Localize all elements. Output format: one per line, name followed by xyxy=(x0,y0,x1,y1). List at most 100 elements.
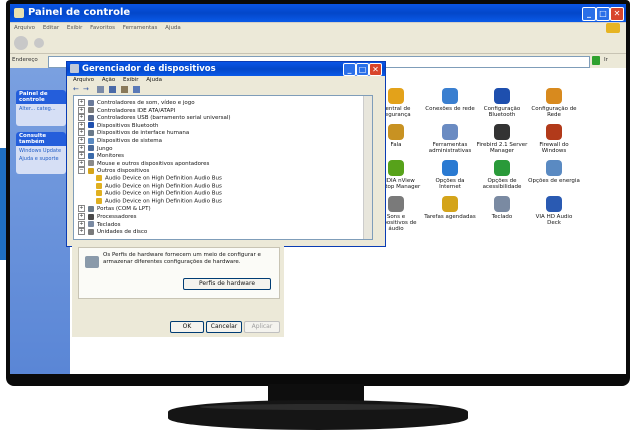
expand-toggle-icon[interactable]: + xyxy=(78,106,85,114)
device-tree-label: Audio Device on High Definition Audio Bu… xyxy=(105,183,222,190)
device-tree-node[interactable]: + Unidades de disco xyxy=(78,228,147,236)
dm-minimize-button[interactable]: _ xyxy=(343,63,356,76)
expand-toggle-icon[interactable]: + xyxy=(78,144,85,152)
dm-help-icon[interactable] xyxy=(121,86,128,93)
device-category-icon xyxy=(88,160,94,167)
dm-print-icon[interactable] xyxy=(109,86,116,93)
go-label[interactable]: Ir xyxy=(604,54,608,66)
menu-exibir[interactable]: Exibir xyxy=(67,25,83,31)
close-button[interactable]: ✕ xyxy=(610,7,624,21)
expand-toggle-icon[interactable]: + xyxy=(78,205,85,213)
expand-toggle-icon[interactable]: + xyxy=(78,228,85,236)
expand-toggle-icon[interactable]: + xyxy=(78,114,85,122)
dm-back-icon[interactable]: ← xyxy=(73,86,80,93)
control-panel-item[interactable]: Opções de acessibilidade xyxy=(476,160,528,190)
dm-menu-ajuda[interactable]: Ajuda xyxy=(146,77,162,83)
control-panel-item[interactable]: Ferramentas administrativas xyxy=(424,124,476,154)
cancel-button[interactable]: Cancelar xyxy=(206,321,242,333)
dm-close-button[interactable]: ✕ xyxy=(369,63,382,76)
dm-forward-icon[interactable]: → xyxy=(83,86,90,93)
dm-menu-arquivo[interactable]: Arquivo xyxy=(73,77,94,83)
control-panel-menubar: Arquivo Editar Exibir Favoritos Ferramen… xyxy=(10,23,626,33)
expand-toggle-icon[interactable]: − xyxy=(78,167,85,175)
control-panel-item-label: Firebird 2.1 Server Manager xyxy=(476,142,528,154)
see-also-title: Consulte também xyxy=(16,132,66,146)
control-panel-item[interactable]: Configuração de Rede xyxy=(528,88,580,118)
device-tree-leaf[interactable]: Audio Device on High Definition Audio Bu… xyxy=(96,197,222,206)
menu-favoritos[interactable]: Favoritos xyxy=(90,25,115,31)
control-panel-item[interactable]: Configuração Bluetooth xyxy=(476,88,528,118)
device-manager-toolbar: ← → xyxy=(71,85,371,94)
apply-button[interactable]: Aplicar xyxy=(244,321,280,333)
control-panel-item-label: VIA HD Audio Deck xyxy=(535,214,573,226)
expand-toggle-icon[interactable]: + xyxy=(78,121,85,129)
control-panel-item[interactable]: Firebird 2.1 Server Manager xyxy=(476,124,528,154)
windows-logo-icon xyxy=(606,23,620,33)
unknown-device-icon xyxy=(96,190,102,197)
control-panel-item[interactable]: Tarefas agendadas xyxy=(424,196,476,220)
expand-toggle-icon[interactable]: + xyxy=(78,99,85,106)
device-tree-scrollbar[interactable] xyxy=(363,96,372,239)
dm-maximize-button[interactable]: □ xyxy=(356,63,369,76)
ok-button[interactable]: OK xyxy=(170,321,204,333)
left-pane: Painel de controle Alter... categ... Con… xyxy=(10,68,70,374)
menu-editar[interactable]: Editar xyxy=(43,25,59,31)
device-tree-label: Audio Device on High Definition Audio Bu… xyxy=(105,198,222,205)
windows-update-link[interactable]: Windows Update xyxy=(16,146,66,156)
device-category-icon xyxy=(88,205,94,212)
control-panel-titlebar[interactable]: Painel de controle _ □ ✕ xyxy=(10,4,626,22)
left-pane-title: Painel de controle xyxy=(16,90,66,104)
expand-toggle-icon[interactable]: + xyxy=(78,129,85,137)
device-category-icon xyxy=(88,145,94,152)
dm-scan-icon[interactable] xyxy=(133,86,140,93)
maximize-button[interactable]: □ xyxy=(596,7,610,21)
control-panel-item-label: Opções de energia xyxy=(528,178,580,184)
device-tree-leaf[interactable]: Audio Device on High Definition Audio Bu… xyxy=(96,175,222,183)
device-category-icon xyxy=(88,228,94,235)
back-arrow-icon[interactable] xyxy=(14,36,28,50)
bluetooth-icon xyxy=(494,88,510,104)
menu-arquivo[interactable]: Arquivo xyxy=(14,25,35,31)
device-manager-menubar: Arquivo Ação Exibir Ajuda xyxy=(67,76,385,85)
device-tree-leaf[interactable]: Audio Device on High Definition Audio Bu… xyxy=(96,182,222,191)
device-category-icon xyxy=(88,107,94,114)
forward-arrow-icon[interactable] xyxy=(34,38,44,48)
device-tree-label: Audio Device on High Definition Audio Bu… xyxy=(105,190,222,197)
switch-view-link[interactable]: Alter... categ... xyxy=(16,104,66,114)
device-category-icon xyxy=(88,137,94,144)
expand-toggle-icon[interactable]: + xyxy=(78,220,85,228)
device-tree-leaf[interactable]: Audio Device on High Definition Audio Bu… xyxy=(96,190,222,198)
left-pane-panel: Painel de controle Alter... categ... xyxy=(16,90,66,126)
control-panel-item[interactable]: Opções da Internet xyxy=(424,160,476,190)
scheduled-tasks-icon xyxy=(442,196,458,212)
hardware-profiles-button[interactable]: Perfis de hardware xyxy=(183,278,271,290)
device-manager-titlebar[interactable]: Gerenciador de dispositivos _ □ ✕ xyxy=(67,62,385,76)
help-support-link[interactable]: Ajuda e suporte xyxy=(16,156,66,162)
control-panel-item-label: Configuração Bluetooth xyxy=(483,106,521,118)
control-panel-item-label: Opções de acessibilidade xyxy=(482,178,522,190)
device-category-icon xyxy=(88,129,94,136)
hardware-profiles-group: Os Perfis de hardware fornecem um meio d… xyxy=(78,247,280,299)
unknown-device-icon xyxy=(96,182,102,189)
expand-toggle-icon[interactable]: + xyxy=(78,152,85,160)
expand-toggle-icon[interactable]: + xyxy=(78,159,85,167)
go-arrow-icon[interactable] xyxy=(592,56,600,65)
control-panel-item[interactable]: Teclado xyxy=(476,196,528,220)
device-tree-label: Outros dispositivos xyxy=(97,168,150,175)
menu-ferramentas[interactable]: Ferramentas xyxy=(123,25,158,31)
address-label: Endereço xyxy=(12,57,38,63)
control-panel-item[interactable]: Conexões de rede xyxy=(424,88,476,112)
control-panel-item[interactable]: VIA HD Audio Deck xyxy=(528,196,580,226)
security-shield-icon xyxy=(388,88,404,104)
dm-menu-exibir[interactable]: Exibir xyxy=(123,77,139,83)
device-tree-label: Controladores USB (barramento serial uni… xyxy=(97,115,231,122)
expand-toggle-icon[interactable]: + xyxy=(78,213,85,220)
expand-toggle-icon[interactable]: + xyxy=(78,137,85,144)
menu-ajuda[interactable]: Ajuda xyxy=(165,25,181,31)
dm-menu-acao[interactable]: Ação xyxy=(102,77,115,83)
control-panel-item[interactable]: Firewall do Windows xyxy=(528,124,580,154)
unknown-device-icon xyxy=(96,197,102,204)
control-panel-item[interactable]: Opções de energia xyxy=(528,160,580,184)
minimize-button[interactable]: _ xyxy=(582,7,596,21)
dm-properties-icon[interactable] xyxy=(97,86,104,93)
